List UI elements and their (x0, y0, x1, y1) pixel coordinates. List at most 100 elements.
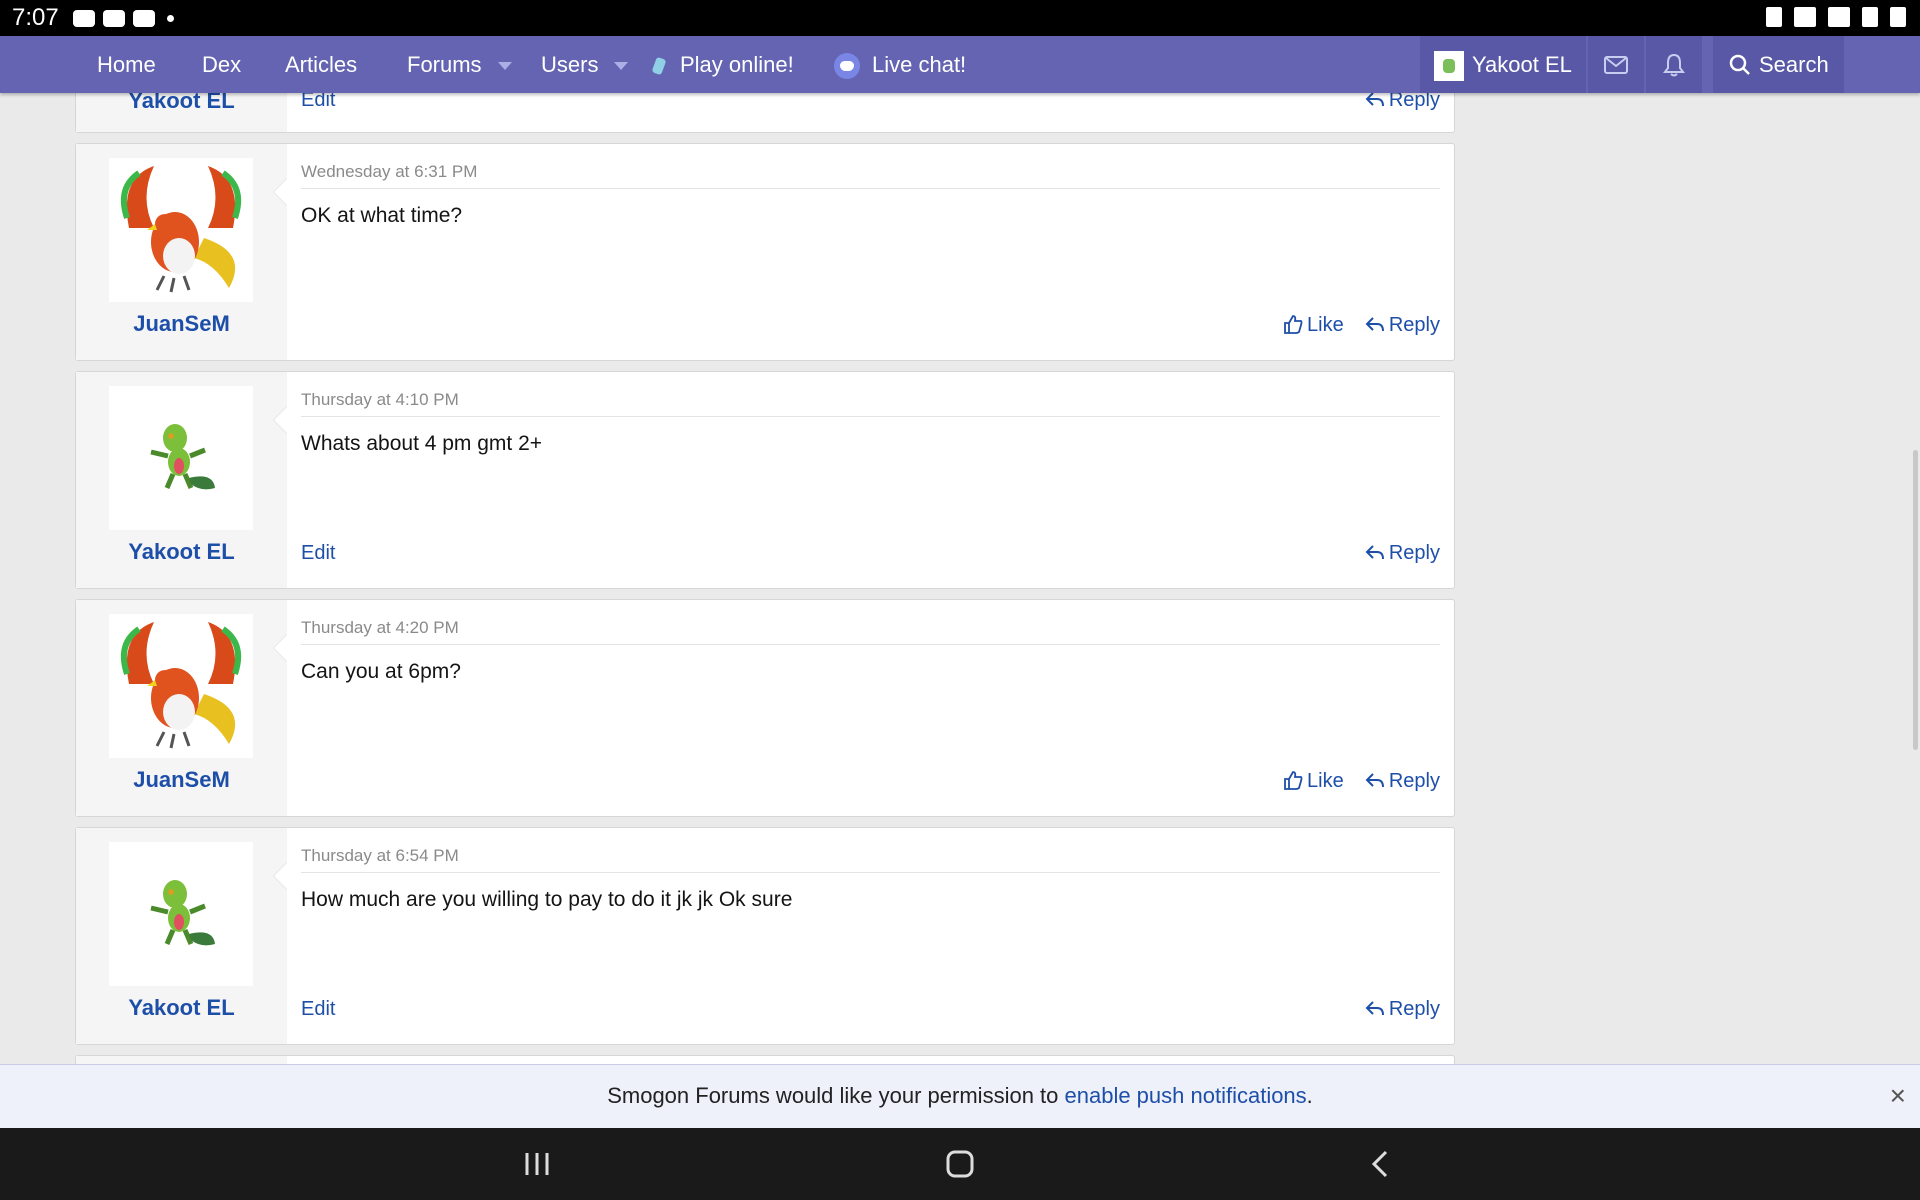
post-body: Can you at 6pm? (301, 660, 461, 683)
treecko-avatar-icon (150, 880, 215, 946)
account-menu[interactable]: Yakoot EL (1420, 36, 1586, 93)
post-username[interactable]: Yakoot EL (76, 995, 287, 1021)
thumbs-up-icon (1284, 315, 1303, 334)
recent-apps-button[interactable] (515, 1142, 559, 1186)
nav-forums[interactable]: Forums (407, 36, 512, 93)
nav-play-online[interactable]: Play online! (650, 36, 794, 93)
edit-link[interactable]: Edit (301, 998, 335, 1021)
post-date[interactable]: Thursday at 4:20 PM (301, 618, 459, 638)
avatar[interactable] (109, 386, 253, 530)
post-arrow (273, 634, 287, 662)
close-icon[interactable]: × (1890, 1065, 1906, 1127)
discord-icon (834, 53, 860, 80)
battery-icon (1890, 7, 1906, 27)
post: JuanSeM Wednesday at 6:31 PM OK at what … (75, 143, 1455, 361)
reply-icon (1365, 317, 1384, 332)
reply-link[interactable]: Reply (1365, 542, 1440, 565)
divider (301, 872, 1440, 873)
bell-icon (1663, 53, 1685, 76)
post-user-cell: Yakoot EL (76, 828, 287, 1044)
enable-push-notifications-link[interactable]: enable push notifications (1065, 1083, 1307, 1108)
chevron-down-icon[interactable] (614, 62, 629, 71)
like-label: Like (1307, 314, 1344, 336)
avatar (1434, 51, 1464, 82)
search-button[interactable]: Search (1713, 36, 1844, 93)
avatar[interactable] (109, 158, 253, 302)
back-button[interactable] (1358, 1142, 1402, 1186)
status-time: 7:07 (12, 4, 59, 31)
nav-live-chat[interactable]: Live chat! (834, 36, 966, 93)
push-notification-banner: Smogon Forums would like your permission… (0, 1064, 1920, 1128)
home-button[interactable] (938, 1142, 982, 1186)
post-arrow (273, 862, 287, 890)
like-link[interactable]: Like (1283, 314, 1344, 337)
post-user-cell: Yakoot EL (76, 372, 287, 588)
post-arrow (273, 406, 287, 434)
status-icons (1766, 7, 1906, 27)
reply-label: Reply (1388, 998, 1440, 1020)
treecko-avatar-icon (150, 424, 215, 490)
reply-label: Reply (1388, 770, 1440, 792)
reply-link[interactable]: Reply (1365, 770, 1440, 793)
nav-users[interactable]: Users (541, 36, 629, 93)
divider (301, 644, 1440, 645)
status-bar: 7:07 (0, 0, 1920, 36)
top-navigation: Home Dex Articles Forums Users Play onli… (0, 36, 1920, 93)
like-link[interactable]: Like (1283, 770, 1344, 793)
nav-home[interactable]: Home (97, 36, 156, 93)
divider (301, 416, 1440, 417)
system-navigation-bar (0, 1128, 1920, 1200)
recent-apps-icon (525, 1153, 549, 1175)
inbox-button[interactable] (1588, 36, 1644, 93)
search-icon (1729, 54, 1750, 75)
reply-link[interactable]: Reply (1365, 998, 1440, 1021)
reply-label: Reply (1388, 542, 1440, 564)
post-date[interactable]: Wednesday at 6:31 PM (301, 162, 477, 182)
post-user-cell: JuanSeM (76, 144, 287, 360)
post-user-cell: JuanSeM (76, 600, 287, 816)
nav-users-label: Users (541, 52, 599, 77)
post-date[interactable]: Thursday at 4:10 PM (301, 390, 459, 410)
reply-icon (1365, 773, 1384, 788)
reply-link[interactable]: Reply (1365, 314, 1440, 337)
back-icon (1371, 1150, 1388, 1178)
youtube-icon (132, 9, 155, 27)
reply-icon (1365, 545, 1384, 560)
nav-dex[interactable]: Dex (202, 36, 241, 93)
alerts-button[interactable] (1646, 36, 1702, 93)
chevron-down-icon[interactable] (497, 62, 512, 71)
gallery-icon (72, 9, 95, 27)
youtube-icon (102, 9, 125, 27)
signal-icon (1862, 7, 1878, 27)
banner-text: Smogon Forums would like your permission… (607, 1083, 1065, 1108)
post-username[interactable]: JuanSeM (76, 311, 287, 337)
scrollbar[interactable] (1913, 450, 1918, 750)
banner-suffix: . (1306, 1083, 1313, 1108)
mute-icon (1794, 7, 1816, 27)
post-username[interactable]: Yakoot EL (76, 539, 287, 565)
thumbs-up-icon (1284, 771, 1303, 790)
post-username[interactable]: JuanSeM (76, 767, 287, 793)
post-body: How much are you willing to pay to do it… (301, 888, 793, 911)
envelope-icon (1604, 55, 1628, 74)
nav-chat-label: Live chat! (872, 52, 967, 77)
post-body: OK at what time? (301, 204, 463, 227)
showdown-icon (652, 57, 666, 75)
reply-icon (1365, 1001, 1384, 1016)
nav-play-label: Play online! (680, 52, 794, 77)
account-name: Yakoot EL (1472, 52, 1572, 77)
notification-dot-icon (166, 14, 174, 22)
nav-forums-label: Forums (407, 52, 482, 77)
like-label: Like (1307, 770, 1344, 792)
home-icon (946, 1150, 974, 1178)
nav-articles[interactable]: Articles (285, 36, 357, 93)
post-arrow (273, 178, 287, 206)
post-date[interactable]: Thursday at 6:54 PM (301, 846, 459, 866)
ho-oh-avatar-icon (121, 166, 241, 293)
avatar[interactable] (109, 614, 253, 758)
post: JuanSeM Thursday at 4:20 PM Can you at 6… (75, 599, 1455, 817)
post-body: Whats about 4 pm gmt 2+ (301, 432, 543, 455)
post: Yakoot EL Thursday at 6:54 PM How much a… (75, 827, 1455, 1045)
avatar[interactable] (109, 842, 253, 986)
edit-link[interactable]: Edit (301, 542, 335, 565)
